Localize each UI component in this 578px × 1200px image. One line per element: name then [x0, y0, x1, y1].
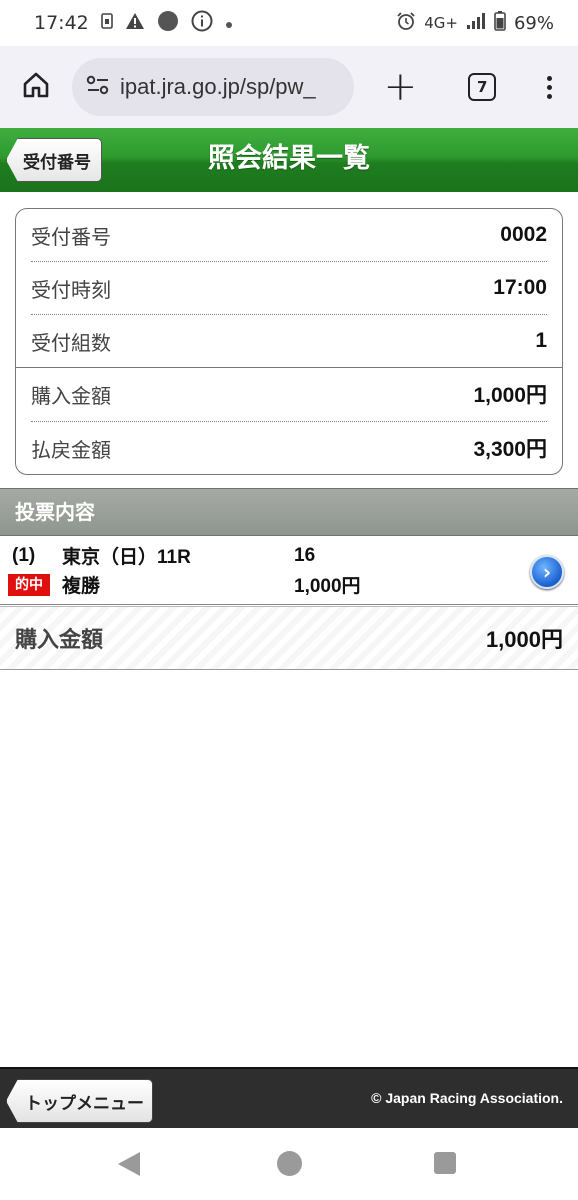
purchase-amount-row: 購入金額 1,000円	[31, 368, 547, 420]
sim-card-icon	[100, 12, 113, 34]
info-label: 購入金額	[31, 383, 111, 408]
page-header: 照会結果一覧 受付番号	[0, 128, 578, 192]
more-menu-icon[interactable]	[547, 75, 553, 99]
network-type: 4G+	[424, 14, 458, 32]
url-text: ipat.jra.go.jp/sp/pw_	[120, 74, 316, 99]
record-circle-icon	[157, 10, 179, 37]
address-bar[interactable]: ipat.jra.go.jp/sp/pw_	[72, 58, 354, 116]
new-tab-button[interactable]: +	[384, 67, 418, 107]
bet-amount: 1,000円	[294, 576, 361, 597]
info-value: 1,000円	[473, 384, 547, 407]
top-menu-button[interactable]: トップメニュー	[6, 1079, 153, 1123]
info-value: 17:00	[493, 276, 547, 299]
status-bar: 17:42 4G+ 69%	[0, 0, 578, 46]
race-number: 11R	[157, 547, 191, 568]
info-label: 受付組数	[31, 330, 111, 355]
bet-entry[interactable]: (1) 東京（日）11R 16 的中 複勝 1,000円 ›	[0, 537, 578, 605]
combination: 16	[294, 544, 316, 566]
recent-apps-icon[interactable]	[434, 1152, 456, 1174]
info-label: 払戻金額	[31, 437, 111, 462]
home-icon	[22, 71, 50, 103]
receipt-time-row: 受付時刻 17:00	[31, 262, 547, 314]
info-label: 受付時刻	[31, 277, 111, 302]
footer: トップメニュー © Japan Racing Association.	[0, 1067, 578, 1128]
total-row: 購入金額 1,000円	[0, 606, 578, 670]
info-value: 0002	[500, 223, 547, 246]
warning-icon	[125, 12, 145, 35]
chevron-right-icon[interactable]: ›	[530, 555, 564, 589]
battery-icon	[494, 10, 506, 36]
info-label: 受付番号	[31, 224, 111, 249]
info-value: 1	[535, 329, 547, 352]
clock-time: 17:42	[34, 12, 89, 34]
receipt-info-card: 受付番号 0002 受付時刻 17:00 受付組数 1 購入金額 1,000円 …	[15, 208, 563, 475]
bet-type: 複勝	[62, 575, 101, 597]
info-icon	[191, 10, 213, 37]
bet-number: (1)	[12, 544, 36, 566]
section-header-bet-contents: 投票内容	[0, 488, 578, 536]
venue-day: 東京（日）	[62, 546, 158, 568]
notification-dot-icon	[225, 12, 233, 34]
home-circle-icon[interactable]	[277, 1151, 302, 1176]
system-nav-bar	[0, 1128, 578, 1200]
total-label: 購入金額	[15, 628, 104, 653]
bet-line-race: (1) 東京（日）11R 16	[12, 542, 315, 569]
browser-toolbar: ipat.jra.go.jp/sp/pw_ + 7	[0, 46, 578, 128]
back-triangle-icon[interactable]	[118, 1152, 140, 1176]
info-value: 3,300円	[473, 438, 547, 461]
total-value: 1,000円	[485, 627, 563, 652]
receipt-count-row: 受付組数 1	[31, 315, 547, 367]
receipt-number-row: 受付番号 0002	[31, 209, 547, 261]
tab-switcher-button[interactable]: 7	[468, 73, 497, 101]
site-settings-icon[interactable]	[86, 75, 110, 99]
back-button[interactable]: 受付番号	[6, 138, 102, 182]
battery-level: 69%	[513, 12, 554, 34]
signal-icon	[466, 12, 486, 35]
alarm-icon	[396, 11, 416, 36]
copyright-text: © Japan Racing Association.	[371, 1090, 563, 1106]
payout-amount-row: 払戻金額 3,300円	[31, 422, 547, 474]
home-button[interactable]	[0, 71, 72, 103]
hit-badge: 的中	[8, 573, 50, 596]
bet-line-type: 的中 複勝 1,000円	[8, 571, 361, 598]
race-info: 東京（日）11R	[62, 542, 294, 569]
